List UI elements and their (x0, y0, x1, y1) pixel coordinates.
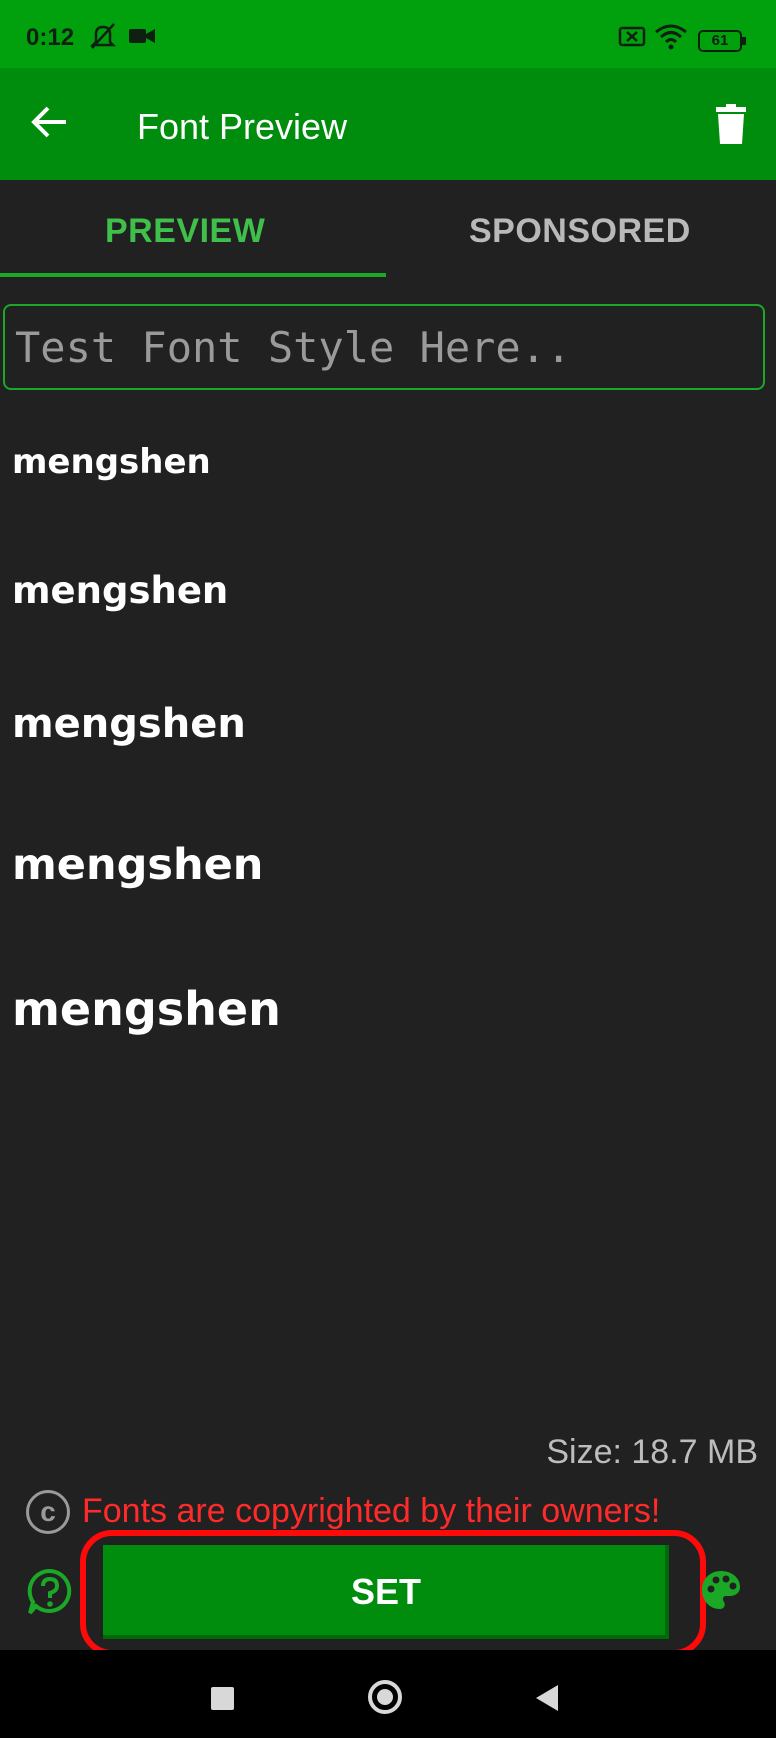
home-icon[interactable] (368, 1680, 402, 1714)
wifi-icon (655, 24, 687, 50)
font-sample-2: mengshen (12, 569, 229, 612)
palette-icon[interactable] (700, 1569, 742, 1611)
font-test-input[interactable] (3, 304, 765, 390)
back-triangle-icon[interactable] (536, 1685, 558, 1711)
help-icon[interactable] (26, 1568, 74, 1616)
navigation-bar (0, 1650, 776, 1738)
status-time: 0:12 (26, 24, 75, 51)
recents-icon[interactable] (211, 1687, 234, 1710)
highlight-frame (80, 1530, 706, 1656)
font-sample-5: mengshen (12, 982, 281, 1036)
battery-tip (742, 37, 746, 45)
copyright-icon: c (26, 1490, 70, 1534)
font-size-label: Size: 18.7 MB (546, 1433, 758, 1471)
trash-icon[interactable] (716, 104, 746, 144)
arrow-left-icon[interactable] (30, 102, 70, 142)
font-sample-3: mengshen (12, 701, 246, 747)
battery-level: 61 (711, 32, 729, 49)
battery-icon: 61 (698, 30, 742, 52)
tab-preview[interactable]: PREVIEW (105, 212, 265, 251)
font-sample-1: mengshen (12, 442, 211, 482)
status-bar: 0:12 61 (0, 0, 776, 68)
tab-indicator (0, 273, 386, 277)
app-bar: Font Preview (0, 68, 776, 180)
copyright-text: Fonts are copyrighted by their owners! (82, 1492, 661, 1530)
tab-bar: PREVIEW SPONSORED (0, 180, 776, 278)
mute-bell-icon (89, 23, 117, 49)
copyright-notice: c Fonts are copyrighted by their owners! (26, 1490, 776, 1534)
sim-x-icon (618, 26, 646, 47)
font-sample-4: mengshen (12, 840, 264, 890)
tab-sponsored[interactable]: SPONSORED (469, 212, 691, 251)
page-title: Font Preview (137, 106, 348, 147)
video-camera-icon (129, 29, 155, 43)
